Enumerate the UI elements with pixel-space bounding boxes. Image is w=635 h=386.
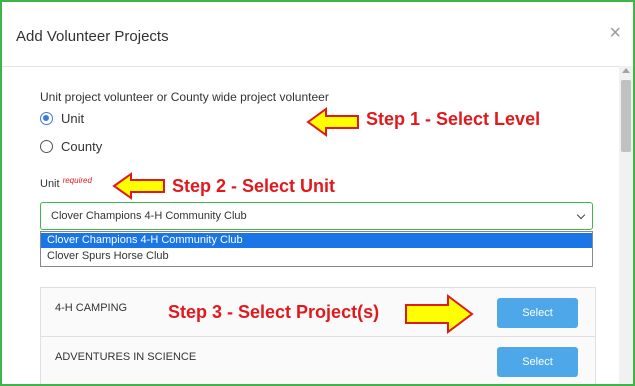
radio-unit-label: Unit <box>61 111 85 126</box>
modal-title: Add Volunteer Projects <box>16 28 169 45</box>
scroll-thumb[interactable] <box>621 80 631 152</box>
step1-callout: Step 1 - Select Level <box>366 109 541 129</box>
project-row: ADVENTURES IN SCIENCE Select <box>41 337 595 384</box>
unit-label-text: Unit <box>40 178 60 190</box>
modal-header: Add Volunteer Projects × <box>2 2 633 67</box>
step2-arrow-icon <box>112 172 165 200</box>
unit-select-value: Clover Champions 4-H Community Club <box>51 210 247 222</box>
scroll-up-arrow-icon[interactable] <box>622 68 630 73</box>
step1-arrow-icon <box>306 107 359 137</box>
unit-select[interactable]: Clover Champions 4-H Community Club <box>40 202 593 230</box>
project-name: 4-H CAMPING <box>55 302 128 314</box>
add-volunteer-projects-modal: Add Volunteer Projects × Unit project vo… <box>0 0 635 386</box>
step2-callout: Step 2 - Select Unit <box>172 176 336 196</box>
radio-unit-row[interactable]: Unit <box>40 111 84 126</box>
close-icon[interactable]: × <box>609 22 621 45</box>
level-question: Unit project volunteer or County wide pr… <box>40 90 329 104</box>
required-marker: required <box>62 176 92 185</box>
radio-county-label: County <box>61 139 103 154</box>
chevron-down-icon <box>576 210 586 220</box>
unit-option[interactable]: Clover Spurs Horse Club <box>41 249 592 264</box>
radio-county-row[interactable]: County <box>40 139 102 154</box>
step3-callout: Step 3 - Select Project(s) <box>168 302 380 322</box>
select-project-button[interactable]: Select <box>497 298 578 328</box>
select-project-button[interactable]: Select <box>497 347 578 377</box>
step3-arrow-icon <box>405 294 474 334</box>
scrollbar[interactable] <box>619 66 633 384</box>
radio-county[interactable] <box>40 140 53 153</box>
unit-dropdown-list: Clover Champions 4-H Community Club Clov… <box>40 231 593 267</box>
radio-unit[interactable] <box>40 112 53 125</box>
project-name: ADVENTURES IN SCIENCE <box>55 351 197 363</box>
unit-option-selected[interactable]: Clover Champions 4-H Community Club <box>41 233 592 248</box>
unit-label: Unit required <box>40 176 92 190</box>
